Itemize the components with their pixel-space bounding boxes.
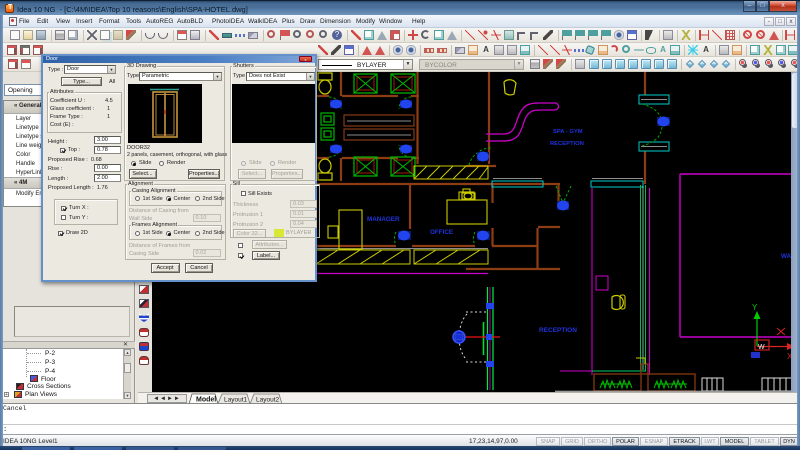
svg-text:W: W bbox=[758, 344, 765, 351]
svg-text:WAI: WAI bbox=[781, 253, 791, 260]
svg-text:RECEPTION: RECEPTION bbox=[539, 327, 577, 334]
svg-text:MANAGER: MANAGER bbox=[367, 216, 400, 223]
svg-text:Y: Y bbox=[752, 303, 758, 312]
svg-text:SPA - GYM: SPA - GYM bbox=[553, 129, 583, 135]
svg-text:OFFICE: OFFICE bbox=[430, 229, 453, 236]
svg-text:RECEPTION: RECEPTION bbox=[550, 141, 584, 147]
